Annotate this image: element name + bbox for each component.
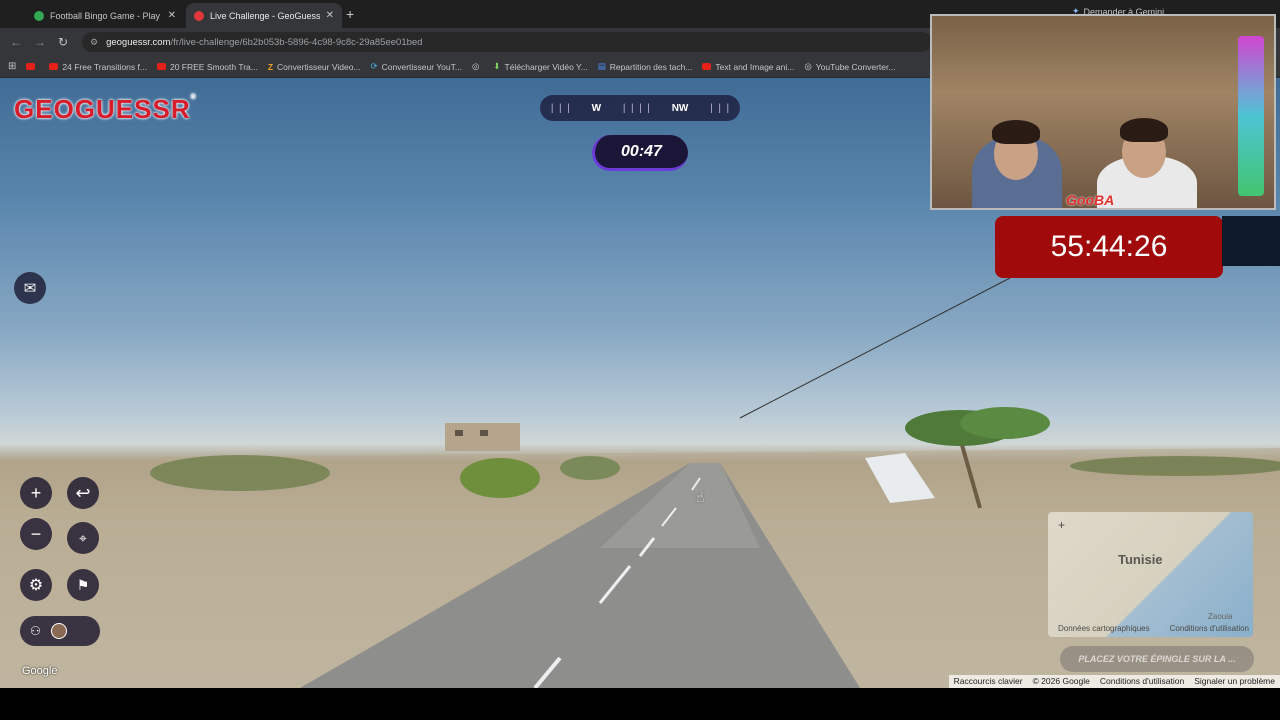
map-country-label: Tunisie (1118, 552, 1163, 567)
compass-west: W (591, 102, 602, 114)
compass-northwest: NW (671, 102, 689, 114)
led-strip (1238, 36, 1264, 196)
guess-minimap[interactable]: + Tunisie Zaouia Données cartographiques… (1048, 512, 1253, 637)
map-zoom-in-icon[interactable]: + (1058, 518, 1065, 532)
tab-close-icon[interactable]: ✕ (320, 10, 334, 21)
compass: | | | W | | | | NW | | | (540, 95, 740, 121)
bookmark-item[interactable]: Text and Image ani... (702, 62, 794, 72)
google-attribution: Raccourcis clavier © 2026 Google Conditi… (948, 675, 1280, 688)
bottom-letterbox (0, 688, 1280, 720)
report-problem-link[interactable]: Signaler un problème (1189, 675, 1280, 688)
tab-favicon-icon (34, 10, 44, 21)
url-host: geoguessr.com (106, 36, 171, 48)
back-icon[interactable]: ← (10, 35, 22, 49)
youtube-icon (49, 63, 59, 70)
bookmark-item[interactable]: ▤ Repartition des tach... (598, 61, 693, 72)
tab-geoguessr[interactable]: Live Challenge - GeoGuessr ✕ (186, 3, 342, 28)
bookmark-item[interactable] (26, 63, 39, 70)
bookmark-item[interactable]: ⟳ Convertisseur YouT... (371, 61, 462, 72)
new-tab-icon[interactable]: + (346, 6, 354, 22)
return-to-start-button[interactable]: ⌖ (67, 522, 99, 554)
bookmark-item[interactable]: ◎ (472, 61, 483, 72)
gear-icon: ⚙ (28, 577, 44, 594)
bookmark-item[interactable]: 20 FREE Smooth Tra... (156, 62, 258, 72)
youtube-icon (702, 63, 712, 70)
docs-icon: ▤ (597, 61, 606, 71)
place-pin-button[interactable]: PLACEZ VOTRE ÉPINGLE SUR LA ... (1060, 646, 1254, 672)
tab-title: Live Challenge - GeoGuessr (210, 10, 320, 21)
map-credits[interactable]: Données cartographiques (1058, 624, 1150, 633)
stream-timer: 55:44:26 (995, 216, 1223, 278)
youtube-icon (26, 63, 36, 70)
stream-brand-logo: GooBA (1066, 192, 1115, 208)
bookmark-item[interactable]: 24 Free Transitions f... (49, 62, 147, 72)
tab-favicon-icon (194, 10, 204, 21)
geoguessr-logo: GEOGUESSR® (14, 94, 197, 124)
plus-icon: + (30, 482, 42, 503)
globe-icon: ◎ (804, 61, 812, 71)
streamer-webcam: GooBA (930, 14, 1276, 210)
avatar (50, 623, 67, 639)
bookmark-item[interactable]: Z Convertisseur Video... (268, 62, 361, 72)
location-pin-icon: ⌖ (79, 529, 87, 546)
flag-button[interactable]: ⚑ (67, 569, 99, 601)
bookmark-item[interactable]: ⬇ Télécharger Vidéo Y... (493, 61, 587, 72)
address-bar[interactable]: ⚙ geoguessr.com/fr/live-challenge/6b2b05… (82, 32, 932, 52)
converter-icon: Z (267, 61, 274, 72)
stream-side-panel (1222, 216, 1280, 266)
zoom-in-button[interactable]: + (20, 477, 52, 509)
flag-icon: ⚑ (76, 576, 90, 593)
round-timer: 00:47 (592, 135, 688, 171)
chat-button[interactable]: ✉ (14, 272, 46, 304)
download-icon: ⬇ (493, 61, 501, 71)
person-right-hair (1120, 118, 1168, 142)
copyright-text: © 2026 Google (1027, 675, 1095, 688)
url-path: /fr/live-challenge/6b2b053b-5896-4c98-9c… (170, 36, 423, 48)
keyboard-shortcuts-link[interactable]: Raccourcis clavier (948, 675, 1028, 688)
forward-icon[interactable]: → (34, 35, 46, 49)
undo-move-button[interactable]: ↩ (67, 477, 99, 509)
apps-icon[interactable]: ⊞ (8, 61, 16, 72)
map-terms-link[interactable]: Conditions d'utilisation (1170, 624, 1249, 633)
bookmark-item[interactable]: ◎ YouTube Converter... (804, 61, 895, 72)
tab-close-icon[interactable]: ✕ (162, 10, 176, 21)
tab-title: Football Bingo Game - Play No (50, 10, 162, 21)
players-button[interactable]: ⚇ (20, 616, 100, 646)
map-city-label: Zaouia (1208, 612, 1233, 621)
youtube-icon (156, 63, 166, 70)
converter-icon: ⟳ (370, 61, 378, 71)
tab-football-bingo[interactable]: Football Bingo Game - Play No ✕ (26, 3, 184, 28)
zoom-out-button[interactable]: − (20, 518, 52, 550)
undo-icon: ↩ (75, 482, 91, 503)
minus-icon: − (30, 523, 42, 544)
chat-icon: ✉ (23, 280, 37, 297)
globe-icon: ◎ (471, 61, 480, 71)
reload-icon[interactable]: ↻ (58, 35, 68, 49)
person-left-hair (992, 120, 1040, 144)
hand-cursor-icon: ☝ (696, 489, 705, 505)
site-info-icon[interactable]: ⚙ (90, 37, 98, 48)
settings-button[interactable]: ⚙ (20, 569, 52, 601)
people-icon: ⚇ (30, 624, 41, 638)
terms-link[interactable]: Conditions d'utilisation (1094, 675, 1190, 688)
google-watermark: Google (22, 665, 58, 677)
